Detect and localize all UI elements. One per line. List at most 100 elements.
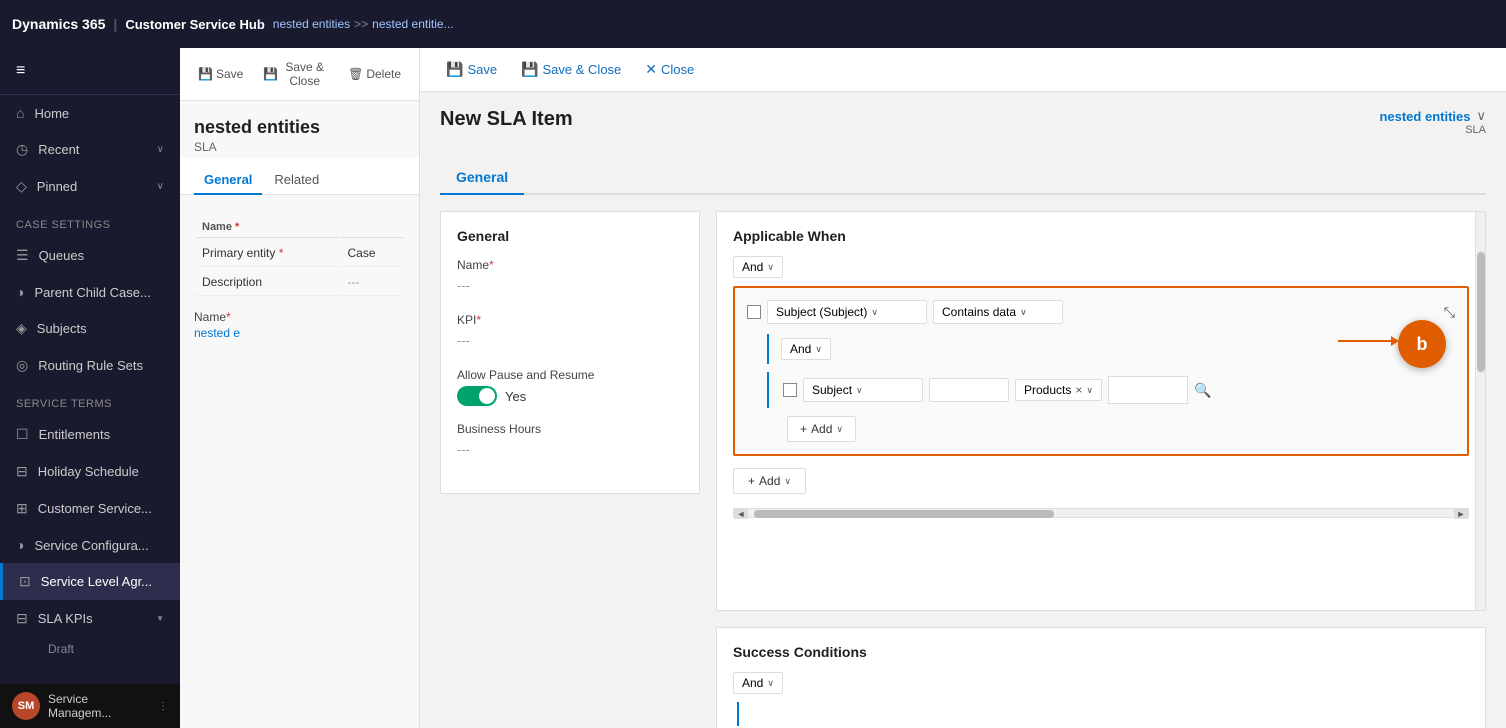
kpi-field-group: KPI* --- (457, 313, 683, 352)
name-label: Name* (457, 258, 683, 272)
pause-resume-field-group: Allow Pause and Resume Yes (457, 368, 683, 406)
horizontal-scrollbar[interactable]: ◄ ► (733, 508, 1469, 518)
pause-resume-toggle[interactable] (457, 386, 497, 406)
sidebar-item-queues[interactable]: ☰ Queues (0, 237, 180, 274)
name-value: --- (457, 274, 683, 297)
sidebar-item-parent-child[interactable]: ◑ Parent Child Case... (0, 274, 180, 310)
top-nav-bar: Dynamics 365 | Customer Service Hub nest… (0, 0, 1506, 48)
user-options-icon[interactable]: ⋮ (158, 701, 168, 712)
sidebar-item-home[interactable]: ⌂ Home (0, 95, 180, 131)
scroll-right-button[interactable]: ► (1454, 509, 1468, 519)
applicable-when-title: Applicable When (733, 228, 1469, 244)
sub-and-dropdown[interactable]: And ∨ (781, 338, 831, 360)
subject-field-dropdown[interactable]: Subject (Subject) ∨ (767, 300, 927, 324)
product-value-input[interactable] (1108, 376, 1188, 404)
description-label: Description (196, 269, 340, 296)
middle-save-button[interactable]: 💾 Save (190, 63, 251, 85)
case-settings-label: Case Settings (0, 205, 180, 237)
main-condition-row: Subject (Subject) ∨ Contains data ∨ ⤡ (747, 300, 1455, 324)
sidebar-item-sla-kpis[interactable]: ⊟ SLA KPIs ▼ (0, 600, 180, 637)
sidebar-item-holiday-schedule[interactable]: ⊟ Holiday Schedule (0, 453, 180, 490)
save-close-button[interactable]: 💾 Save & Close (511, 55, 631, 84)
outer-add-label: Add (759, 474, 780, 488)
success-connector (737, 702, 1469, 726)
toggle-knob (479, 388, 495, 404)
inner-add-button[interactable]: + Add ∨ (787, 416, 856, 442)
menu-hamburger-icon[interactable]: ≡ (0, 48, 180, 95)
expand-icon[interactable]: ⤡ (1444, 304, 1455, 321)
sidebar-sla-label: Service Level Agr... (41, 574, 164, 589)
sidebar-customer-service-label: Customer Service... (38, 501, 164, 516)
sub-condition-text-input[interactable] (929, 378, 1009, 402)
tab-general[interactable]: General (440, 161, 524, 195)
breadcrumb-item-2[interactable]: nested entitie... (372, 17, 453, 31)
chevron-down-success-and: ∨ (767, 678, 774, 689)
content-tab-bar: General (440, 161, 1486, 195)
vertical-scrollbar[interactable] (1475, 212, 1485, 610)
service-terms-label: Service Terms (0, 384, 180, 416)
breadcrumb-sla-sub: SLA (1379, 124, 1486, 136)
left-form-panel: General Name* --- KPI* --- Allow Pause a… (440, 211, 700, 494)
delete-icon: 🗑 (348, 67, 363, 81)
condition-checkbox-1[interactable] (747, 305, 761, 319)
outer-add-button[interactable]: + Add ∨ (733, 468, 806, 494)
middle-delete-button[interactable]: 🗑 Delete (340, 63, 409, 85)
user-avatar[interactable]: SM (12, 692, 40, 720)
business-hours-label: Business Hours (457, 422, 683, 436)
breadcrumb-item-1[interactable]: nested entities (273, 17, 350, 31)
nested-tab-bar: General Related (180, 158, 419, 195)
scrollbar-thumb[interactable] (754, 510, 1054, 518)
sidebar-item-subjects[interactable]: ◈ Subjects (0, 310, 180, 347)
service-management-label: Service Managem... (48, 692, 150, 720)
plus-icon-outer: + (748, 474, 755, 488)
save-icon-main: 💾 (446, 61, 463, 78)
close-icon-main: ✕ (645, 61, 657, 78)
middle-save-close-button[interactable]: 💾 Save & Close (255, 56, 336, 92)
contains-data-label: Contains data (942, 305, 1016, 319)
chevron-down-subject: ∨ (871, 307, 878, 318)
sub-connector-line (767, 372, 769, 408)
contains-data-dropdown[interactable]: Contains data ∨ (933, 300, 1063, 324)
subject-sub-label: Subject (812, 383, 852, 397)
products-tag-label: Products (1024, 383, 1071, 397)
breadcrumb-nested-entities-link[interactable]: nested entities (1379, 109, 1470, 124)
chevron-down-icon: ∨ (157, 144, 164, 155)
chevron-down-add-outer: ∨ (784, 476, 791, 487)
nested-tab-related[interactable]: Related (264, 166, 329, 195)
name-field-label: Name* (194, 310, 405, 324)
recent-icon: ◷ (16, 141, 28, 158)
right-form-panel: Applicable When And ∨ Subject (Subject) (716, 211, 1486, 611)
breadcrumb-right-area: nested entities ∨ SLA (1379, 108, 1486, 136)
sidebar-recent-label: Recent (38, 142, 146, 157)
sub-condition-checkbox[interactable] (783, 383, 797, 397)
subject-sub-dropdown[interactable]: Subject ∨ (803, 378, 923, 402)
and-dropdown[interactable]: And ∨ (733, 256, 783, 278)
name-field-row: Name* nested e (194, 310, 405, 340)
scroll-left-button[interactable]: ◄ (734, 509, 748, 519)
sidebar-item-service-config[interactable]: ◑ Service Configura... (0, 527, 180, 563)
draft-label: Draft (48, 642, 74, 656)
service-config-icon: ◑ (16, 537, 24, 553)
sidebar-item-entitlements[interactable]: ☐ Entitlements (0, 416, 180, 453)
sidebar-item-recent[interactable]: ◷ Recent ∨ (0, 131, 180, 168)
sub-condition-row-1: Subject ∨ Products × ∨ 🔍 (767, 372, 1455, 408)
product-chevron-icon[interactable]: ∨ (1086, 385, 1093, 396)
success-and-dropdown[interactable]: And ∨ (733, 672, 783, 694)
sidebar-entitlements-label: Entitlements (39, 427, 164, 442)
sidebar-pinned-label: Pinned (37, 179, 147, 194)
save-button[interactable]: 💾 Save (436, 55, 507, 84)
breadcrumb-chevron[interactable]: ∨ (1476, 108, 1486, 124)
nested-entity-subtitle: SLA (194, 140, 405, 154)
col-name: Name * (196, 217, 340, 238)
product-remove-icon[interactable]: × (1075, 383, 1082, 397)
sidebar-item-pinned[interactable]: ◇ Pinned ∨ (0, 168, 180, 205)
nested-tab-general[interactable]: General (194, 166, 262, 195)
sidebar-item-sla[interactable]: ⊡ Service Level Agr... (0, 563, 180, 600)
scrollbar-thumb-vertical[interactable] (1477, 252, 1485, 372)
sidebar-item-routing-rules[interactable]: ◎ Routing Rule Sets (0, 347, 180, 384)
sla-kpis-icon: ⊟ (16, 610, 28, 627)
name-field-group: Name* --- (457, 258, 683, 297)
sidebar-item-customer-service[interactable]: ⊞ Customer Service... (0, 490, 180, 527)
close-button[interactable]: ✕ Close (635, 55, 704, 84)
search-button[interactable]: 🔍 (1194, 382, 1211, 399)
